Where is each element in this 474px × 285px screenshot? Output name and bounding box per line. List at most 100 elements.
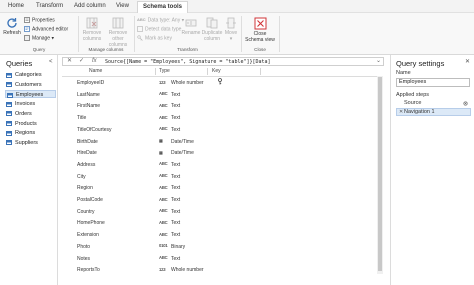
table-row[interactable]: City ABC Text [62, 171, 378, 183]
column-name-cell[interactable]: Country [77, 209, 95, 215]
refresh-button[interactable]: Refresh [3, 17, 21, 36]
expand-formula-bar-icon[interactable]: ⌄ [376, 58, 381, 65]
cancel-formula-button[interactable]: ✕ [67, 58, 72, 65]
column-header-key[interactable]: Key [212, 68, 221, 74]
formula-input[interactable]: Source{[Name = "Employees", Signature = … [105, 59, 271, 65]
column-header-type[interactable]: Type [159, 68, 170, 74]
table-row[interactable]: Country ABC Text [62, 206, 378, 218]
data-type-icon: ABC [159, 114, 168, 120]
close-schema-view-button[interactable]: Close Schema view [244, 17, 276, 43]
table-row[interactable]: Extension ABC Text [62, 229, 378, 241]
close-group-label: Close [254, 47, 266, 52]
table-row[interactable]: HireDate ▦ Date/Time [62, 147, 378, 159]
column-name-cell[interactable]: PostalCode [77, 197, 103, 203]
column-name-cell[interactable]: Region [77, 185, 93, 191]
column-type-cell[interactable]: Whole number [171, 80, 204, 86]
advanced-editor-button[interactable]: Advanced editor [24, 26, 68, 32]
column-name-cell[interactable]: Photo [77, 244, 90, 250]
properties-button[interactable]: Properties [24, 17, 55, 23]
column-type-cell[interactable]: Text [171, 174, 180, 180]
header-divider [155, 68, 156, 75]
close-settings-icon[interactable]: ✕ [465, 58, 470, 65]
query-item[interactable]: Orders [5, 110, 56, 118]
column-name-cell[interactable]: Extension [77, 232, 99, 238]
tab-transform[interactable]: Transform [36, 3, 63, 9]
remove-columns-button[interactable]: Remove columns [81, 17, 103, 42]
column-type-cell[interactable]: Binary [171, 244, 185, 250]
table-row[interactable]: ReportsTo 123 Whole number [62, 264, 378, 276]
column-type-cell[interactable]: Date/Time [171, 150, 194, 156]
column-type-cell[interactable]: Date/Time [171, 139, 194, 145]
column-type-cell[interactable]: Text [171, 256, 180, 262]
column-name-cell[interactable]: HomePhone [77, 220, 105, 226]
remove-other-columns-button[interactable]: Remove other columns [105, 17, 131, 48]
table-row[interactable]: Photo 0101 Binary [62, 241, 378, 253]
query-item[interactable]: Products [5, 120, 56, 128]
fx-icon[interactable]: fx [92, 58, 97, 65]
column-type-cell[interactable]: Text [171, 232, 180, 238]
column-type-cell[interactable]: Text [171, 197, 180, 203]
column-name-cell[interactable]: BirthDate [77, 139, 98, 145]
table-row[interactable]: Address ABC Text [62, 159, 378, 171]
column-name-cell[interactable]: FirstName [77, 103, 100, 109]
table-row[interactable]: Notes ABC Text [62, 253, 378, 265]
scrollbar-thumb[interactable] [378, 77, 382, 271]
column-name-cell[interactable]: EmployeeID [77, 80, 104, 86]
query-item[interactable]: Customers [5, 81, 56, 89]
table-row[interactable]: Title ABC Text [62, 112, 378, 124]
column-type-cell[interactable]: Text [171, 115, 180, 121]
manage-dropdown[interactable]: Manage ▾ [24, 35, 54, 41]
table-row[interactable]: EmployeeID 123 Whole number [62, 77, 378, 89]
column-name-cell[interactable]: Notes [77, 256, 90, 262]
column-name-cell[interactable]: LastName [77, 92, 100, 98]
table-row[interactable]: Region ABC Text [62, 182, 378, 194]
column-type-cell[interactable]: Text [171, 162, 180, 168]
query-item[interactable]: Suppliers [5, 139, 56, 147]
column-type-cell[interactable]: Text [171, 127, 180, 133]
tab-home[interactable]: Home [8, 3, 24, 9]
applied-step-source[interactable]: Source [396, 100, 471, 108]
column-name-cell[interactable]: HireDate [77, 150, 97, 156]
query-name-field[interactable]: Employees [396, 78, 470, 87]
commit-formula-button[interactable]: ✓ [79, 58, 84, 65]
rename-button[interactable]: Rename [181, 17, 201, 36]
column-name-cell[interactable]: ReportsTo [77, 267, 100, 273]
query-item[interactable]: Invoices [5, 100, 56, 108]
query-item[interactable]: Categories [5, 71, 56, 79]
duplicate-column-button[interactable]: Duplicate column [201, 17, 223, 42]
collapse-queries-button[interactable]: < [49, 59, 53, 65]
data-type-dropdown[interactable]: ABC Data type: Any ▾ [137, 17, 184, 23]
table-row[interactable]: HomePhone ABC Text [62, 217, 378, 229]
column-type-cell[interactable]: Text [171, 103, 180, 109]
query-item-label: Orders [15, 110, 32, 117]
column-type-cell[interactable]: Whole number [171, 267, 204, 273]
applied-step-navigation[interactable]: ✕ Navigation 1 [396, 108, 471, 116]
table-row[interactable]: LastName ABC Text [62, 89, 378, 101]
tab-view[interactable]: View [116, 3, 129, 9]
query-item[interactable]: Regions [5, 129, 56, 137]
column-name-cell[interactable]: Title [77, 115, 86, 121]
delete-step-icon[interactable]: ✕ [399, 109, 403, 116]
column-type-cell[interactable]: Text [171, 220, 180, 226]
tab-add-column[interactable]: Add column [74, 3, 106, 9]
table-row[interactable]: FirstName ABC Text [62, 100, 378, 112]
table-icon [6, 130, 12, 136]
column-name-cell[interactable]: City [77, 174, 86, 180]
column-type-cell[interactable]: Text [171, 209, 180, 215]
column-name-cell[interactable]: Address [77, 162, 95, 168]
query-item-label: Suppliers [15, 139, 38, 146]
mark-as-key-button[interactable]: Mark as key [137, 35, 172, 41]
refresh-icon [7, 18, 17, 28]
column-type-cell[interactable]: Text [171, 185, 180, 191]
table-row[interactable]: TitleOfCourtesy ABC Text [62, 124, 378, 136]
table-row[interactable]: PostalCode ABC Text [62, 194, 378, 206]
column-header-name[interactable]: Name [89, 68, 102, 74]
query-item[interactable]: Employees [5, 90, 56, 99]
column-name-cell[interactable]: TitleOfCourtesy [77, 127, 112, 133]
column-type-cell[interactable]: Text [171, 92, 180, 98]
gear-icon[interactable] [463, 101, 468, 106]
detect-data-type-button[interactable]: Detect data type [137, 26, 181, 32]
tab-schema-tools[interactable]: Schema tools [137, 1, 189, 13]
table-row[interactable]: BirthDate ▦ Date/Time [62, 136, 378, 148]
move-dropdown[interactable]: Move ▾ [223, 17, 239, 42]
